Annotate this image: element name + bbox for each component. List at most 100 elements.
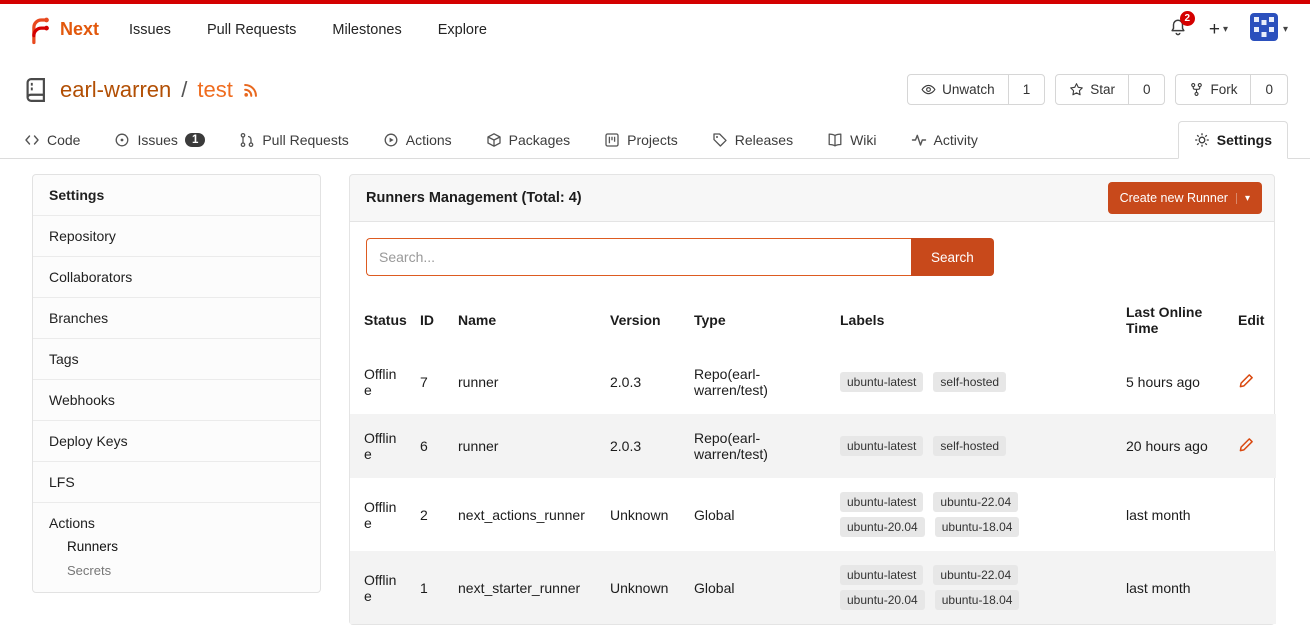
eye-icon: [921, 82, 936, 97]
sidebar-item-branches[interactable]: Branches: [33, 298, 320, 339]
tab-wiki-label: Wiki: [850, 132, 876, 148]
runner-version: Unknown: [602, 478, 686, 551]
sidebar-actions-children: Runners Secrets: [49, 531, 304, 580]
nav-item-explore[interactable]: Explore: [438, 22, 487, 38]
runner-id: 2: [412, 478, 450, 551]
repo-icon: [22, 76, 50, 104]
avatar: [1250, 13, 1278, 46]
tab-settings[interactable]: Settings: [1178, 121, 1288, 159]
sidebar-item-deploy-keys[interactable]: Deploy Keys: [33, 421, 320, 462]
runner-type: Repo(earl-warren/test): [686, 414, 832, 478]
label-badge: ubuntu-latest: [840, 372, 923, 392]
sidebar-item-lfs[interactable]: LFS: [33, 462, 320, 503]
tab-activity-label: Activity: [934, 132, 978, 148]
content: Settings Repository Collaborators Branch…: [0, 159, 1310, 625]
sidebar-item-webhooks[interactable]: Webhooks: [33, 380, 320, 421]
unwatch-button[interactable]: Unwatch: [908, 75, 1008, 104]
label-badge: self-hosted: [933, 372, 1006, 392]
col-header-type: Type: [686, 292, 832, 350]
search-input[interactable]: [366, 238, 911, 276]
repo-name-link[interactable]: test: [197, 77, 232, 103]
fork-count[interactable]: 0: [1250, 75, 1287, 104]
runner-type: Global: [686, 551, 832, 624]
settings-sidebar: Settings Repository Collaborators Branch…: [32, 174, 321, 593]
sidebar-item-collaborators[interactable]: Collaborators: [33, 257, 320, 298]
col-header-name: Name: [450, 292, 602, 350]
sidebar-actions-label: Actions: [49, 515, 95, 531]
tab-pull-requests-label: Pull Requests: [262, 132, 348, 148]
tab-wiki[interactable]: Wiki: [825, 122, 878, 158]
runner-last-online: 20 hours ago: [1118, 414, 1230, 478]
label-badge: self-hosted: [933, 436, 1006, 456]
panel-header: Runners Management (Total: 4) Create new…: [349, 174, 1275, 222]
nav-item-issues[interactable]: Issues: [129, 22, 171, 38]
search-row: Search: [350, 222, 1274, 292]
tab-actions-label: Actions: [406, 132, 452, 148]
tab-issues-label: Issues: [137, 132, 177, 148]
tab-code[interactable]: Code: [22, 122, 82, 158]
tab-projects-label: Projects: [627, 132, 678, 148]
search-button[interactable]: Search: [911, 238, 994, 276]
col-header-labels: Labels: [832, 292, 1118, 350]
tab-activity[interactable]: Activity: [909, 122, 980, 158]
notifications-button[interactable]: 2: [1169, 18, 1187, 41]
fork-icon: [1189, 82, 1204, 97]
repo-separator: /: [181, 77, 187, 103]
runner-labels: ubuntu-latest ubuntu-22.04 ubuntu-20.04 …: [840, 565, 1058, 610]
table-row: Offline 1 next_starter_runner Unknown Gl…: [350, 551, 1276, 624]
repo-actions: Unwatch 1 Star 0: [907, 74, 1288, 105]
runner-labels: ubuntu-latest ubuntu-22.04 ubuntu-20.04 …: [840, 492, 1058, 537]
sidebar-item-runners[interactable]: Runners: [67, 539, 304, 554]
fork-button[interactable]: Fork: [1176, 75, 1250, 104]
create-new-menu[interactable]: + ▾: [1209, 19, 1228, 41]
runner-last-online: 5 hours ago: [1118, 350, 1230, 414]
runner-name: next_starter_runner: [450, 551, 602, 624]
table-row: Offline 2 next_actions_runner Unknown Gl…: [350, 478, 1276, 551]
user-menu[interactable]: ▾: [1250, 13, 1288, 46]
runners-table: Status ID Name Version Type Labels Last …: [350, 292, 1276, 624]
chevron-down-icon: ▾: [1223, 24, 1228, 35]
brand[interactable]: Next: [22, 15, 99, 45]
panel-body: Search Status ID Name Version Type Label…: [349, 222, 1275, 625]
sidebar-item-actions[interactable]: Actions Runners Secrets: [33, 503, 320, 592]
runner-type: Repo(earl-warren/test): [686, 350, 832, 414]
star-icon: [1069, 82, 1084, 97]
tab-issues[interactable]: Issues 1: [112, 122, 207, 158]
create-runner-label: Create new Runner: [1120, 191, 1228, 205]
sidebar-item-repository[interactable]: Repository: [33, 216, 320, 257]
sidebar-title: Settings: [33, 175, 320, 216]
runner-labels: ubuntu-latest self-hosted: [840, 372, 1058, 392]
repo-owner-link[interactable]: earl-warren: [60, 77, 171, 103]
sidebar-item-tags[interactable]: Tags: [33, 339, 320, 380]
nav-item-milestones[interactable]: Milestones: [332, 22, 401, 38]
star-button[interactable]: Star: [1056, 75, 1128, 104]
tab-pull-requests[interactable]: Pull Requests: [237, 122, 350, 158]
runner-status: Offline: [350, 551, 412, 624]
star-count[interactable]: 0: [1128, 75, 1165, 104]
chevron-down-icon: ▾: [1236, 193, 1250, 204]
tab-code-label: Code: [47, 132, 80, 148]
watch-count[interactable]: 1: [1008, 75, 1045, 104]
label-badge: ubuntu-22.04: [933, 565, 1018, 585]
nav-links: Issues Pull Requests Milestones Explore: [129, 22, 487, 38]
runner-id: 6: [412, 414, 450, 478]
brand-name: Next: [60, 19, 99, 40]
sidebar-item-secrets[interactable]: Secrets: [67, 563, 304, 578]
rss-feed-icon[interactable]: [243, 81, 260, 98]
star-button-group: Star 0: [1055, 74, 1165, 105]
tab-projects[interactable]: Projects: [602, 122, 680, 158]
runner-name: runner: [450, 414, 602, 478]
runner-id: 1: [412, 551, 450, 624]
create-runner-button[interactable]: Create new Runner ▾: [1108, 182, 1262, 214]
tab-packages-label: Packages: [509, 132, 570, 148]
runner-status: Offline: [350, 414, 412, 478]
edit-runner-button[interactable]: [1238, 373, 1254, 389]
nav-item-pull-requests[interactable]: Pull Requests: [207, 22, 296, 38]
forgejo-logo-icon: [22, 15, 52, 45]
tab-actions[interactable]: Actions: [381, 122, 454, 158]
tab-releases[interactable]: Releases: [710, 122, 795, 158]
col-header-status: Status: [350, 292, 412, 350]
repo-header: earl-warren / test Unwatch 1: [0, 55, 1310, 117]
edit-runner-button[interactable]: [1238, 437, 1254, 453]
tab-packages[interactable]: Packages: [484, 122, 572, 158]
